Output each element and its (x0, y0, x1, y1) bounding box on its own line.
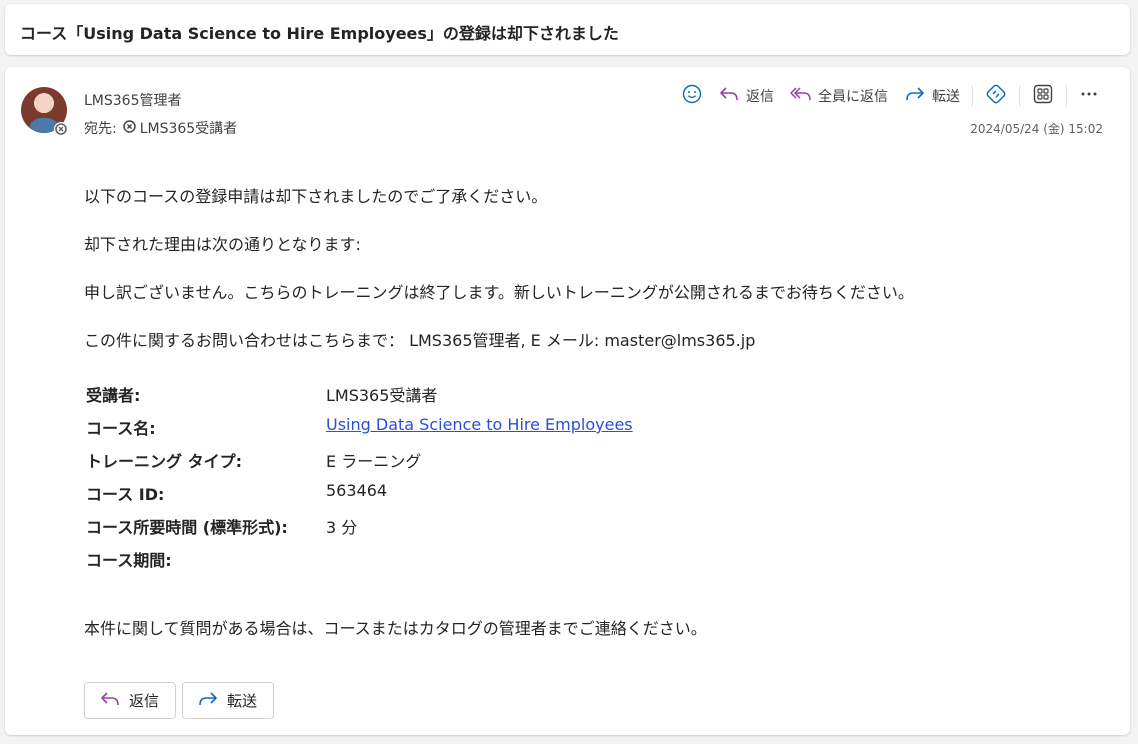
avatar[interactable] (21, 87, 68, 136)
email-subject: コース「Using Data Science to Hire Employees… (20, 24, 619, 43)
message-card: LMS365管理者 宛先: LMS365受講者 返信 全員に返信 転送 2024… (5, 67, 1130, 735)
body-closing: 本件に関して質問がある場合は、コースまたはカタログの管理者までご連絡ください。 (84, 619, 707, 638)
ellipsis-icon (1079, 84, 1099, 108)
recipient-chip[interactable]: LMS365受講者 (122, 118, 238, 138)
detail-value: LMS365受講者 (326, 386, 438, 405)
body-paragraph-4: この件に関するお問い合わせはこちらまで： LMS365管理者, E メール: m… (84, 331, 756, 350)
recipient-name: LMS365受講者 (139, 121, 238, 137)
footer-actions: 返信 転送 (84, 682, 275, 719)
reply-all-icon (790, 85, 812, 107)
reply-button[interactable]: 返信 (712, 83, 780, 109)
detail-label: コース所要時間 (標準形式): (86, 518, 288, 537)
footer-reply-button[interactable]: 返信 (84, 682, 177, 719)
forward-button[interactable]: 転送 (898, 83, 966, 109)
reply-icon (718, 85, 740, 107)
reply-label: 返信 (746, 89, 774, 105)
body-paragraph-3: 申し訳ございません。こちらのトレーニングは終了します。新しいトレーニングが公開さ… (84, 283, 914, 302)
detail-label: コース期間: (86, 551, 172, 570)
reply-all-label: 全員に返信 (818, 89, 888, 105)
course-link[interactable]: Using Data Science to Hire Employees (326, 415, 633, 434)
diamond-link-icon (985, 83, 1007, 109)
smiley-icon (682, 84, 702, 108)
detail-label: トレーニング タイプ: (86, 452, 242, 471)
apps-button[interactable] (1026, 83, 1060, 109)
forward-label: 転送 (932, 89, 960, 105)
recipients-row: 宛先: LMS365受講者 (84, 118, 237, 138)
presence-offline-icon (54, 122, 68, 136)
footer-forward-button[interactable]: 転送 (182, 682, 275, 719)
forward-icon (904, 85, 926, 107)
toolbar-divider (1019, 85, 1020, 107)
detail-label: コース名: (86, 419, 156, 438)
detail-label: 受講者: (86, 386, 141, 405)
apps-grid-icon (1032, 83, 1054, 109)
message-toolbar: 返信 全員に返信 転送 (676, 83, 1105, 109)
more-actions-button[interactable] (1073, 83, 1105, 109)
sent-timestamp: 2024/05/24 (金) 15:02 (970, 122, 1103, 136)
message-body: 以下のコースの登録申請は却下されましたのでご了承ください。 却下された理由は次の… (84, 183, 1094, 638)
body-paragraph-1: 以下のコースの登録申請は却下されましたのでご了承ください。 (84, 187, 548, 206)
forward-icon (197, 690, 219, 712)
recipient-status-icon (122, 119, 136, 137)
detail-label: コース ID: (86, 485, 165, 504)
toolbar-divider (1066, 85, 1067, 107)
addin-button[interactable] (979, 83, 1013, 109)
detail-value: 3 分 (326, 518, 358, 537)
footer-reply-label: 返信 (129, 692, 160, 710)
reply-all-button[interactable]: 全員に返信 (784, 83, 894, 109)
subject-bar: コース「Using Data Science to Hire Employees… (5, 4, 1130, 55)
detail-value: E ラーニング (326, 452, 422, 471)
footer-forward-label: 転送 (227, 692, 258, 710)
reply-icon (99, 690, 121, 712)
emoji-react-button[interactable] (676, 83, 708, 109)
toolbar-divider (972, 85, 973, 107)
to-label: 宛先: (84, 121, 117, 137)
body-paragraph-2: 却下された理由は次の通りとなります: (84, 235, 361, 254)
sender-name[interactable]: LMS365管理者 (84, 90, 182, 110)
detail-value: 563464 (326, 481, 388, 500)
